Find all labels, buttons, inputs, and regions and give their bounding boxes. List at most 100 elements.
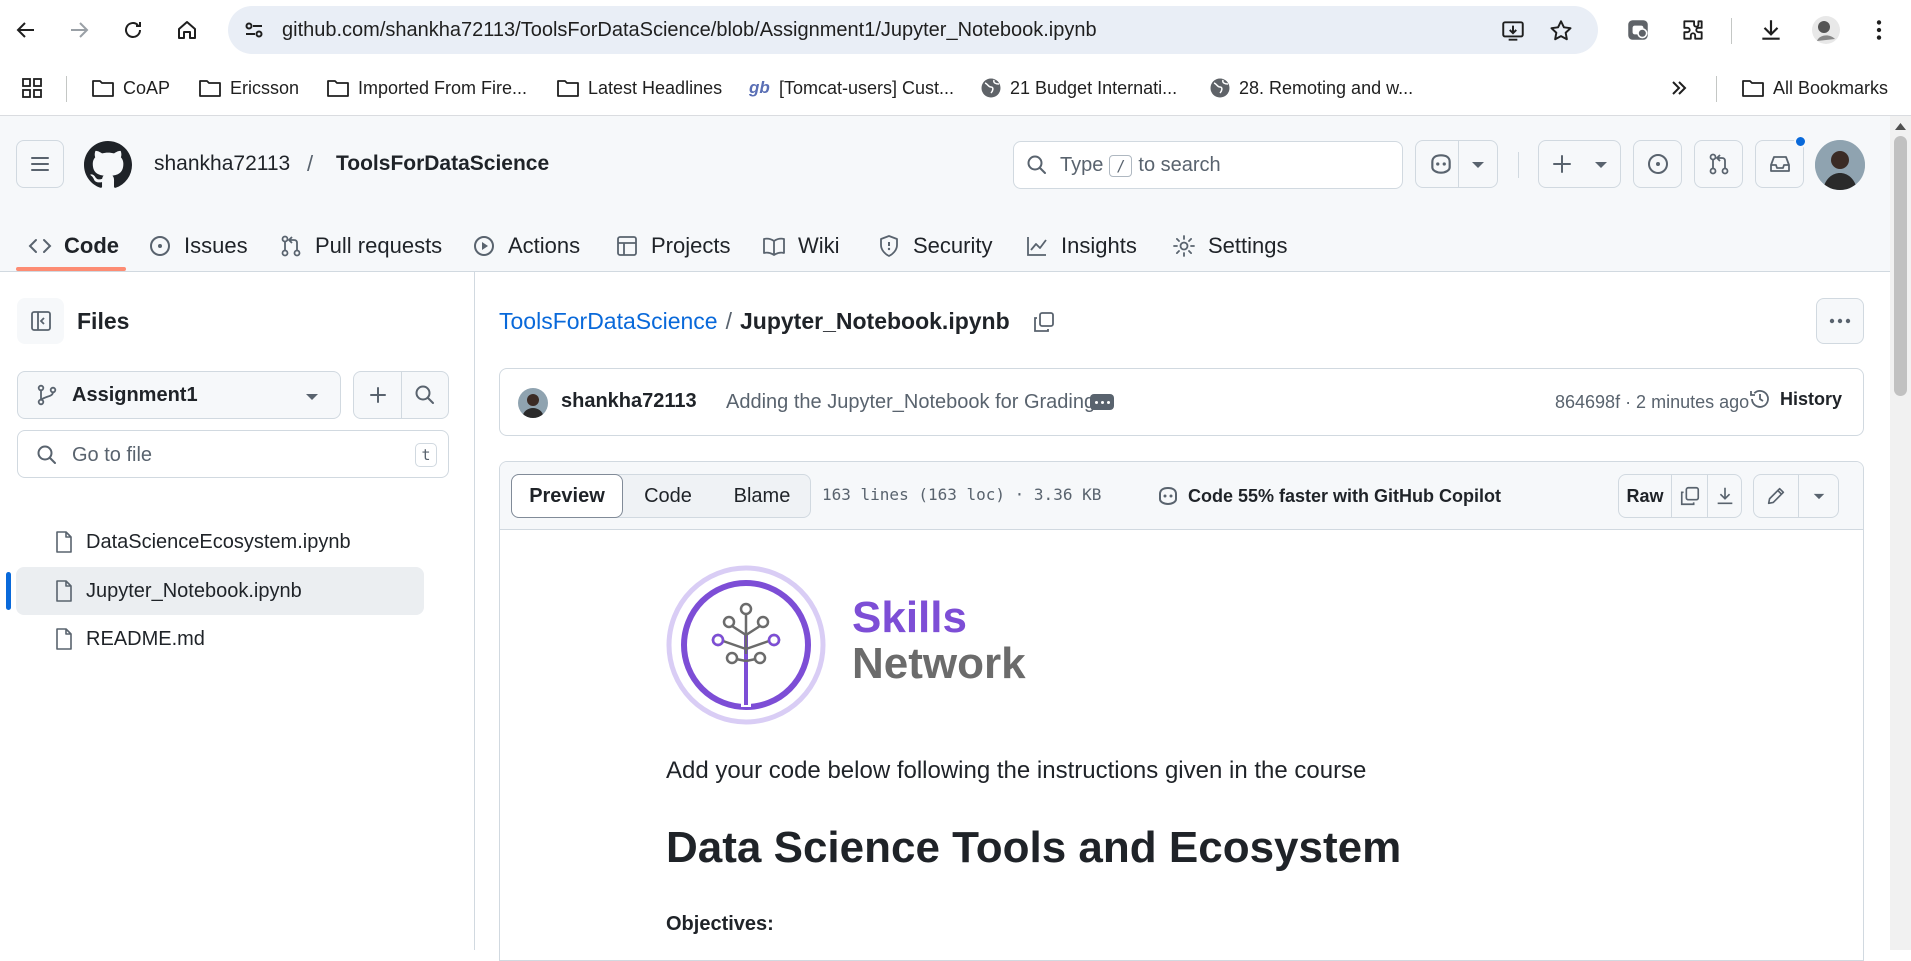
tab-pull-requests[interactable]: Pull requests xyxy=(279,220,442,272)
preview-button[interactable]: Preview xyxy=(511,474,623,518)
create-new-button[interactable] xyxy=(1538,140,1621,188)
tree-file-item-selected[interactable]: Jupyter_Notebook.ipynb xyxy=(16,567,424,615)
search-icon xyxy=(415,385,434,404)
search-shortcut-key: / xyxy=(1109,154,1133,177)
search-files-button[interactable] xyxy=(402,372,448,418)
file-name: README.md xyxy=(86,627,205,650)
page-scrollbar[interactable] xyxy=(1890,116,1911,950)
search-input[interactable]: Type / to search xyxy=(1013,141,1403,189)
go-to-file-shortcut: t xyxy=(415,443,437,467)
commit-message[interactable]: Adding the Jupyter_Notebook for Grading xyxy=(726,391,1095,414)
copy-raw-button[interactable] xyxy=(1672,475,1707,517)
bookmark-item[interactable]: 21 Budget Internati... xyxy=(980,72,1177,104)
bookmarks-bar: CoAP Ericsson Imported From Fire... Late… xyxy=(0,62,1911,116)
pencil-icon xyxy=(1767,487,1785,505)
book-icon xyxy=(763,237,785,256)
address-bar[interactable]: github.com/shankha72113/ToolsForDataScie… xyxy=(228,6,1598,54)
copilot-icon xyxy=(1431,154,1451,174)
branch-name: Assignment1 xyxy=(72,383,198,406)
scroll-up-arrow-icon[interactable] xyxy=(1895,122,1906,130)
collapse-sidebar-button[interactable] xyxy=(17,298,64,344)
github-header: shankha72113 / ToolsForDataScience Type … xyxy=(0,116,1890,272)
more-options-button[interactable] xyxy=(1816,298,1864,344)
commit-meta[interactable]: 864698f · 2 minutes ago xyxy=(1555,392,1749,413)
url-text[interactable]: github.com/shankha72113/ToolsForDataScie… xyxy=(282,19,1097,42)
edit-dropdown-button[interactable] xyxy=(1799,475,1839,517)
bookmarks-divider xyxy=(1716,76,1717,102)
scrollbar-thumb[interactable] xyxy=(1894,136,1907,396)
apps-icon[interactable] xyxy=(20,72,44,104)
profile-avatar[interactable] xyxy=(1809,13,1843,47)
folder-icon xyxy=(327,80,349,97)
commit-author[interactable]: shankha72113 xyxy=(561,390,697,413)
file-tree-sidebar: Files Assignment1 Go to file t DataScien… xyxy=(0,272,475,950)
user-avatar[interactable] xyxy=(1815,140,1865,190)
go-to-file-input[interactable]: Go to file t xyxy=(17,430,449,478)
bookmark-item[interactable]: 28. Remoting and w... xyxy=(1209,72,1413,104)
commit-author-avatar[interactable] xyxy=(518,388,548,418)
active-tab-underline xyxy=(16,267,126,271)
repo-link[interactable]: ToolsForDataScience xyxy=(336,152,549,176)
copilot-promo[interactable]: Code 55% faster with GitHub Copilot xyxy=(1156,484,1501,508)
downloads-icon[interactable] xyxy=(1754,13,1788,47)
more-bookmarks-button[interactable] xyxy=(1668,72,1690,104)
github-logo-icon[interactable] xyxy=(84,141,132,189)
branch-icon xyxy=(37,384,57,406)
tab-settings[interactable]: Settings xyxy=(1172,220,1288,272)
back-button[interactable] xyxy=(8,12,44,48)
owner-link[interactable]: shankha72113 xyxy=(154,152,290,176)
expand-commit-button[interactable] xyxy=(1090,394,1114,410)
copy-icon[interactable] xyxy=(1032,310,1056,334)
reload-icon xyxy=(125,22,141,38)
tree-file-item[interactable]: DataScienceEcosystem.ipynb xyxy=(16,518,424,566)
bookmark-item[interactable]: gb [Tomcat-users] Cust... xyxy=(749,72,954,104)
bookmark-label: 21 Budget Internati... xyxy=(1010,77,1178,98)
tab-wiki[interactable]: Wiki xyxy=(762,220,840,272)
site-info-icon[interactable] xyxy=(242,18,266,42)
breadcrumb-repo-link[interactable]: ToolsForDataScience xyxy=(499,308,718,335)
arrow-left-icon xyxy=(16,22,34,38)
menu-button[interactable] xyxy=(16,140,64,188)
install-app-icon[interactable] xyxy=(1500,18,1526,44)
logo-text-network: Network xyxy=(852,639,1026,688)
bookmark-item[interactable]: Ericsson xyxy=(198,72,299,104)
history-button[interactable]: History xyxy=(1748,387,1842,411)
extension-icon[interactable] xyxy=(1621,13,1655,47)
issues-button[interactable] xyxy=(1633,140,1682,188)
blame-button[interactable]: Blame xyxy=(713,475,811,517)
forward-button[interactable] xyxy=(61,12,97,48)
bookmark-item[interactable]: Imported From Fire... xyxy=(326,72,527,104)
tab-issues[interactable]: Issues xyxy=(148,220,248,272)
notebook-heading: Data Science Tools and Ecosystem xyxy=(666,823,1402,872)
tab-label: Projects xyxy=(651,233,731,258)
star-icon[interactable] xyxy=(1548,18,1574,44)
puzzle-icon[interactable] xyxy=(1676,13,1710,47)
tab-security[interactable]: Security xyxy=(877,220,992,272)
tab-projects[interactable]: Projects xyxy=(615,220,730,272)
copilot-button[interactable] xyxy=(1415,140,1498,188)
download-button[interactable] xyxy=(1708,475,1742,517)
tab-code[interactable]: Code xyxy=(28,220,119,272)
chevron-down-icon[interactable] xyxy=(1470,160,1486,170)
bookmark-item[interactable]: Latest Headlines xyxy=(556,72,722,104)
raw-actions-group: Raw xyxy=(1618,474,1742,518)
sidebar-actions xyxy=(353,371,449,419)
home-button[interactable] xyxy=(169,12,205,48)
add-file-button[interactable] xyxy=(354,372,401,418)
pull-requests-button[interactable] xyxy=(1694,140,1743,188)
tab-actions[interactable]: Actions xyxy=(472,220,580,272)
tab-insights[interactable]: Insights xyxy=(1025,220,1137,272)
all-bookmarks-button[interactable]: All Bookmarks xyxy=(1741,72,1888,104)
chevron-down-icon xyxy=(1595,162,1607,168)
code-view-button[interactable]: Code xyxy=(623,475,713,517)
tree-file-item[interactable]: README.md xyxy=(16,615,424,663)
sidebar-collapse-icon xyxy=(30,311,51,331)
branch-selector[interactable]: Assignment1 xyxy=(17,371,341,419)
search-icon xyxy=(37,445,56,464)
reload-button[interactable] xyxy=(115,12,151,48)
browser-menu-icon[interactable] xyxy=(1862,13,1896,47)
raw-button[interactable]: Raw xyxy=(1619,475,1671,517)
edit-button[interactable] xyxy=(1754,475,1798,517)
inbox-button[interactable] xyxy=(1755,135,1807,188)
bookmark-item[interactable]: CoAP xyxy=(91,72,170,104)
